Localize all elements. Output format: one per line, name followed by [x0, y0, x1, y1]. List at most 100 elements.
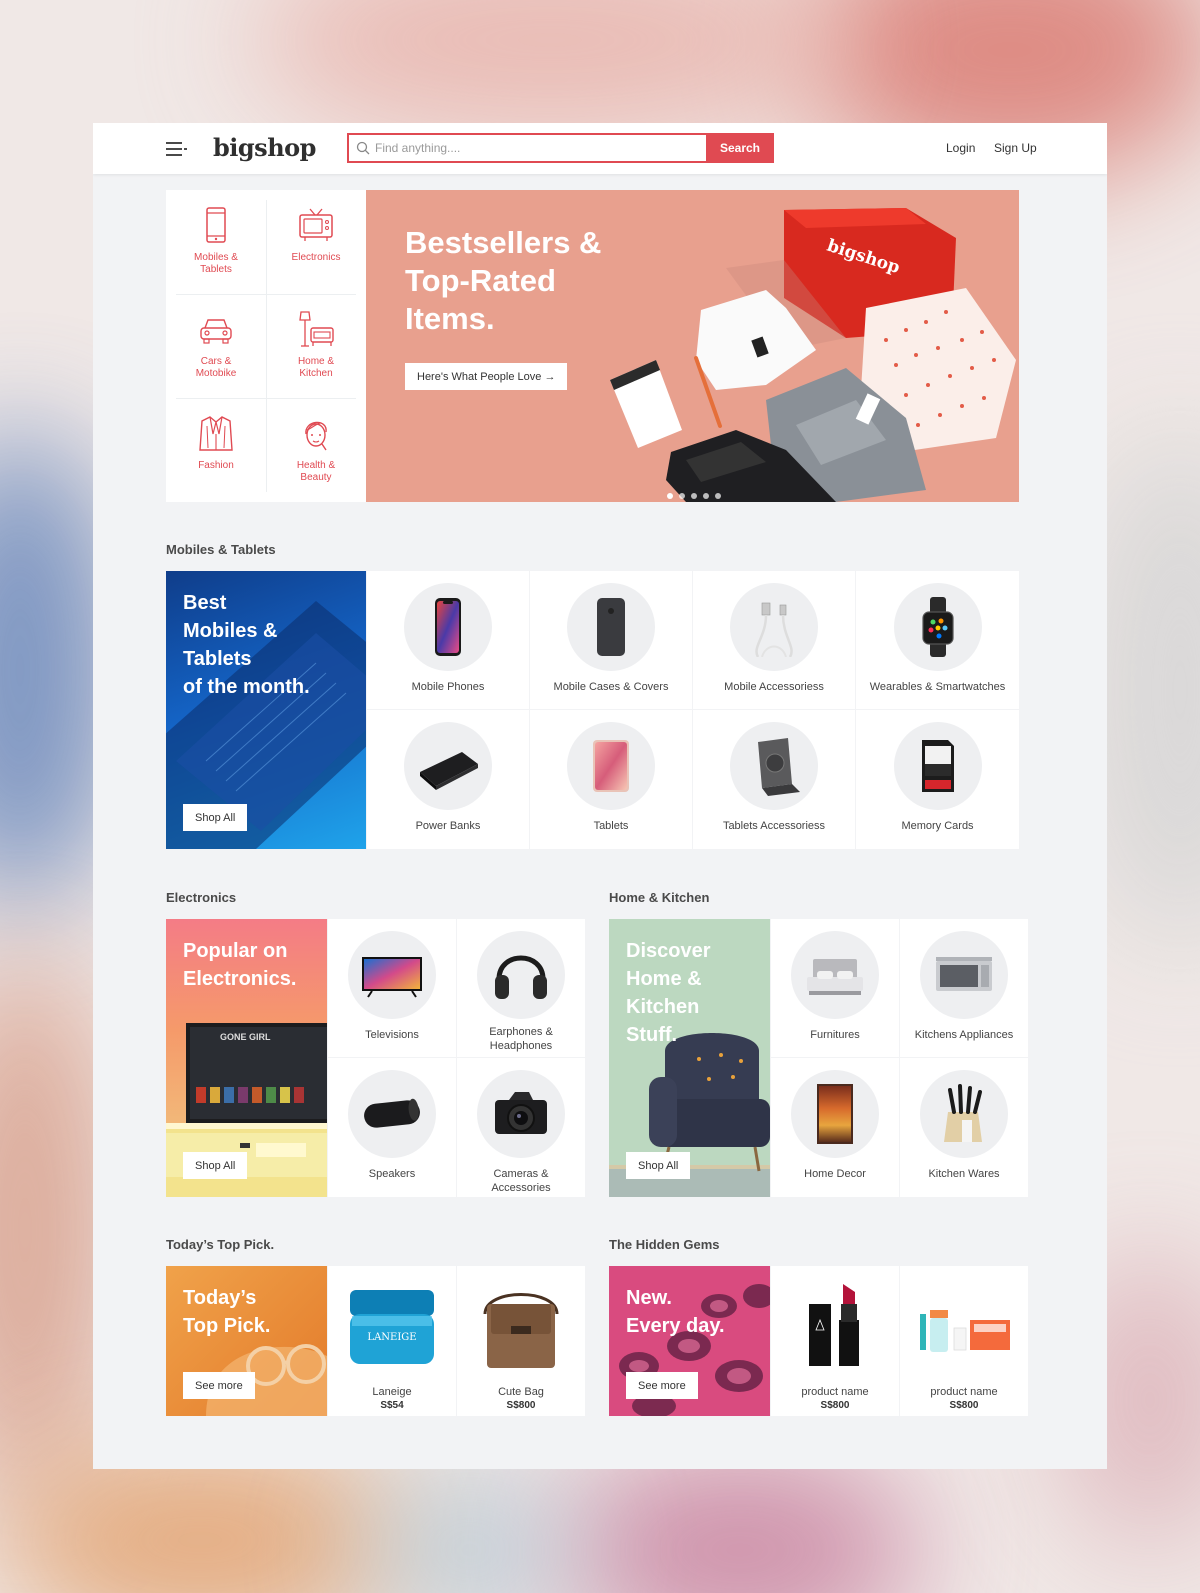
jacket-icon — [199, 416, 233, 451]
tile-home-decor[interactable]: Home Decor — [771, 1058, 899, 1197]
section-title-top-pick: Today’s Top Pick. — [166, 1237, 275, 1252]
cosmetics-set-icon — [920, 1310, 1010, 1352]
tile-furnitures[interactable]: Furnitures — [771, 919, 899, 1057]
lipstick-icon — [809, 1284, 859, 1366]
search-input[interactable] — [375, 138, 695, 158]
tile-label: Wearables & Smartwatches — [869, 681, 1006, 693]
category-fashion[interactable]: Fashion — [166, 398, 266, 502]
painting-icon — [817, 1084, 853, 1144]
logo[interactable]: bigshop — [213, 133, 316, 162]
tile-price: S$800 — [820, 1400, 850, 1411]
tile-label: Tablets — [593, 820, 629, 832]
hero-banner[interactable]: bigshop Bestsellers & Top-Rated Items. H… — [366, 190, 1019, 502]
tablet-icon — [593, 740, 629, 792]
hero-cta-button[interactable]: Here's What People Love → — [405, 363, 568, 390]
tile-tablet-accessories[interactable]: Tablets Accessoriess — [693, 710, 855, 849]
tile-televisions[interactable]: Televisions — [328, 919, 456, 1057]
see-more-button[interactable]: See more — [183, 1372, 255, 1399]
tile-label: Furnitures — [810, 1029, 860, 1041]
carousel-dot[interactable] — [703, 493, 709, 499]
tile-label: Power Banks — [415, 820, 481, 832]
tile-mobile-phones[interactable]: Mobile Phones — [367, 571, 529, 709]
category-label: Fashion — [198, 460, 234, 471]
tile-label: Cameras & Accessories — [491, 1168, 551, 1194]
category-health-beauty[interactable]: Health & Beauty — [266, 398, 366, 502]
tile-label: Home Decor — [804, 1168, 866, 1180]
category-label: Mobiles & Tablets — [194, 252, 238, 275]
power-bank-icon — [420, 752, 478, 790]
tile-power-banks[interactable]: Power Banks — [367, 710, 529, 849]
tile-wearables[interactable]: Wearables & Smartwatches — [856, 571, 1019, 709]
tile-label: Kitchens Appliances — [914, 1029, 1014, 1041]
promo-title: Popular on Electronics. — [183, 940, 297, 990]
section-title-hidden-gems: The Hidden Gems — [609, 1237, 720, 1252]
tile-cosmetics-set[interactable]: product name S$800 — [900, 1266, 1028, 1416]
bed-icon — [807, 959, 863, 995]
promo-title: Today’s Top Pick. — [183, 1287, 271, 1337]
category-label: Cars & Motobike — [195, 356, 237, 379]
shop-all-button[interactable]: Shop All — [183, 1152, 248, 1179]
jar-brand-text: LANEIGE — [367, 1332, 416, 1343]
promo-mobiles[interactable]: Best Mobiles & Tablets of the month. Sho… — [166, 571, 366, 849]
tile-mobile-accessories[interactable]: Mobile Accessoriess — [693, 571, 855, 709]
promo-home-kitchen[interactable]: Discover Home & Kitchen Stuff. Shop All — [609, 919, 770, 1197]
smartphone-icon — [435, 598, 461, 656]
carousel-dot[interactable] — [715, 493, 721, 499]
tile-cute-bag[interactable]: Cute Bag S$800 — [457, 1266, 585, 1416]
tile-label: Speakers — [368, 1168, 416, 1180]
category-home-kitchen[interactable]: Home & Kitchen — [266, 294, 366, 398]
tile-label: Tablets Accessoriess — [722, 820, 826, 832]
tile-label: Earphones & Headphones — [489, 1026, 553, 1052]
category-cars-motobike[interactable]: Cars & Motobike — [166, 294, 266, 398]
section-title-electronics: Electronics — [166, 890, 237, 905]
tile-price: S$54 — [380, 1400, 404, 1411]
tile-label: product name — [801, 1386, 869, 1398]
mobile-icon — [206, 207, 226, 243]
tile-price: S$800 — [506, 1400, 536, 1411]
carousel-dot[interactable] — [691, 493, 697, 499]
speaker-icon — [364, 1098, 420, 1128]
tile-kitchen-wares[interactable]: Kitchen Wares — [900, 1058, 1028, 1197]
tv-screen-text: GONE GIRL — [220, 1032, 271, 1042]
tile-speakers[interactable]: Speakers — [328, 1058, 456, 1197]
search-button[interactable]: Search — [706, 133, 774, 163]
login-link[interactable]: Login — [946, 141, 975, 155]
promo-top-pick[interactable]: Today’s Top Pick. See more — [166, 1266, 327, 1416]
signup-link[interactable]: Sign Up — [994, 141, 1037, 155]
category-label: Electronics — [291, 252, 341, 263]
tile-laneige[interactable]: LANEIGE Laneige S$54 — [328, 1266, 456, 1416]
tile-kitchen-appliances[interactable]: Kitchens Appliances — [900, 919, 1028, 1057]
car-icon — [200, 319, 232, 344]
tile-lipstick[interactable]: product name S$800 — [771, 1266, 899, 1416]
lamp-sofa-icon — [299, 311, 334, 347]
tile-cameras[interactable]: Cameras & Accessories — [457, 1058, 585, 1197]
tile-label: Cute Bag — [498, 1386, 544, 1398]
sd-card-icon — [921, 740, 954, 792]
category-mobiles-tablets[interactable]: Mobiles & Tablets — [166, 190, 266, 294]
category-electronics[interactable]: Electronics — [266, 190, 366, 294]
search-box[interactable] — [347, 133, 706, 163]
see-more-button[interactable]: See more — [626, 1372, 698, 1399]
tablet-case-icon — [758, 738, 800, 796]
section-title-home-kitchen: Home & Kitchen — [609, 890, 710, 905]
category-label: Health & Beauty — [296, 460, 336, 483]
microwave-icon — [936, 957, 992, 991]
carousel-dot[interactable] — [667, 493, 673, 499]
promo-electronics[interactable]: GONE GIRL Popular on Electronics. Shop A… — [166, 919, 327, 1197]
section-title-mobiles: Mobiles & Tablets — [166, 542, 276, 557]
tile-tablets[interactable]: Tablets — [530, 710, 692, 849]
tile-price: S$800 — [949, 1400, 979, 1411]
shop-all-button[interactable]: Shop All — [626, 1152, 691, 1179]
shop-all-button[interactable]: Shop All — [183, 804, 248, 831]
tile-label: Laneige — [372, 1386, 412, 1398]
tile-memory-cards[interactable]: Memory Cards — [856, 710, 1019, 849]
tile-headphones[interactable]: Earphones & Headphones — [457, 919, 585, 1057]
category-menu: Mobiles & Tablets Electronics Cars & Mot… — [166, 190, 366, 502]
knife-block-icon — [944, 1084, 982, 1142]
television-icon — [362, 957, 422, 998]
hamburger-menu-icon[interactable] — [166, 142, 188, 156]
phone-case-icon — [597, 598, 625, 656]
tile-mobile-cases[interactable]: Mobile Cases & Covers — [530, 571, 692, 709]
carousel-dot[interactable] — [679, 493, 685, 499]
promo-hidden-gems[interactable]: New. Every day. See more — [609, 1266, 770, 1416]
